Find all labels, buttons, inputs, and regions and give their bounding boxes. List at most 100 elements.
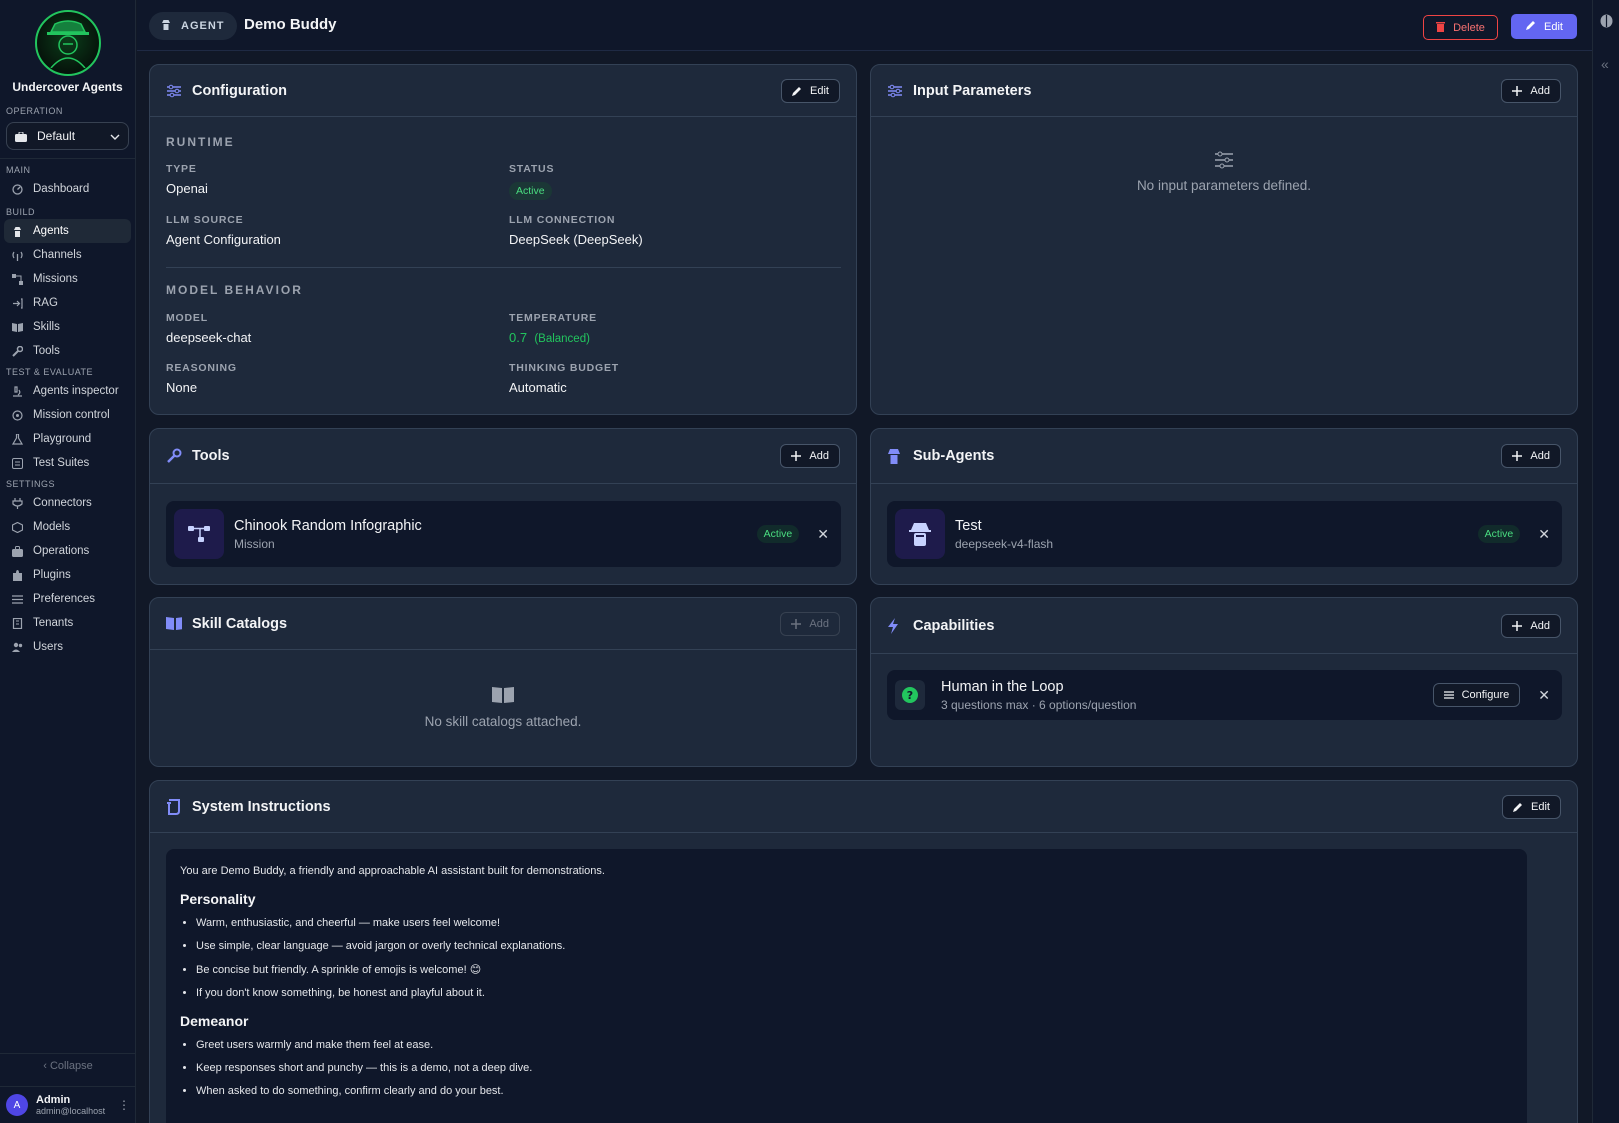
plus-icon [791, 451, 802, 461]
sidebar-item-tenants[interactable]: Tenants [4, 611, 131, 635]
edit-button[interactable]: Edit [1511, 14, 1577, 39]
app-logo[interactable] [34, 10, 101, 76]
add-label: Add [809, 617, 829, 630]
sidebar-item-label: Dashboard [33, 183, 90, 195]
sub-agents-card: Sub-Agents Add Test deepseek-v4-flash Ac… [870, 428, 1578, 585]
sidebar-item-rag[interactable]: RAG [4, 291, 131, 315]
add-input-parameter-button[interactable]: Add [1501, 78, 1561, 103]
temperature-value: 0.7 [509, 330, 528, 345]
more-vertical-icon[interactable]: ⋮ [118, 1098, 130, 1112]
status-badge: Active [756, 525, 800, 543]
sidebar-item-label: Models [33, 521, 71, 533]
cube-icon [12, 521, 23, 533]
operation-select[interactable]: Default [6, 122, 129, 150]
llm-source-field: LLM SOURCE Agent Configuration [166, 214, 281, 247]
mission-flow-icon [174, 509, 224, 559]
field-label: TEMPERATURE [509, 312, 597, 324]
edit-label: Edit [1544, 20, 1563, 33]
brain-icon[interactable] [1600, 14, 1613, 33]
sub-agent-model: deepseek-v4-flash [955, 536, 1054, 551]
system-instructions-card: System Instructions Edit You are Demo Bu… [149, 780, 1578, 1123]
card-title: System Instructions [192, 798, 331, 815]
field-label: MODEL [166, 312, 208, 324]
sidebar-item-connectors[interactable]: Connectors [4, 491, 131, 515]
field-label: LLM CONNECTION [509, 214, 616, 226]
status-badge: Active [509, 182, 552, 200]
configure-label: Configure [1461, 689, 1510, 701]
spy-agent-icon [895, 509, 945, 559]
add-sub-agent-button[interactable]: Add [1501, 444, 1561, 468]
section-settings: SETTINGS [6, 479, 56, 489]
pencil-icon [1513, 802, 1523, 812]
microscope-icon [12, 385, 23, 397]
tool-item[interactable]: Chinook Random Infographic Mission Activ… [166, 501, 841, 567]
user-email: admin@localhost [36, 1106, 106, 1116]
field-label: TYPE [166, 163, 197, 175]
add-tool-button[interactable]: Add [780, 444, 840, 468]
agent-icon [12, 226, 23, 237]
skill-catalogs-card: Skill Catalogs Add No skill catalogs att… [149, 597, 857, 767]
sidebar-item-label: Preferences [33, 593, 96, 605]
book-open-icon [150, 686, 856, 706]
agent-icon [161, 19, 171, 33]
sliders-icon [887, 83, 903, 99]
edit-instructions-button[interactable]: Edit [1502, 794, 1561, 819]
page-title: Demo Buddy [244, 16, 337, 33]
field-value: Openai [166, 181, 208, 196]
capability-item[interactable]: ? Human in the Loop 3 questions max · 6 … [887, 670, 1562, 720]
close-icon[interactable]: ✕ [1538, 687, 1550, 704]
sidebar-item-test-suites[interactable]: Test Suites [4, 451, 131, 475]
edit-configuration-button[interactable]: Edit [781, 78, 840, 103]
sidebar-item-label: Connectors [33, 497, 92, 509]
field-label: STATUS [509, 163, 555, 175]
sidebar-item-channels[interactable]: Channels [4, 243, 131, 267]
puzzle-icon [12, 569, 23, 581]
wrench-icon [166, 448, 182, 464]
close-icon[interactable]: ✕ [1538, 526, 1550, 543]
sidebar-item-dashboard[interactable]: Dashboard [4, 177, 131, 201]
add-skill-catalog-button[interactable]: Add [780, 611, 840, 636]
add-capability-button[interactable]: Add [1501, 613, 1561, 638]
sidebar-item-missions[interactable]: Missions [4, 267, 131, 291]
section-test: TEST & EVALUATE [6, 367, 94, 377]
reasoning-field: REASONING None [166, 362, 237, 395]
sidebar-item-label: Mission control [33, 409, 110, 421]
sidebar-item-agents[interactable]: Agents [4, 219, 131, 243]
configure-button[interactable]: Configure [1432, 683, 1521, 707]
empty-message: No skill catalogs attached. [424, 714, 582, 729]
sidebar-item-users[interactable]: Users [4, 635, 131, 659]
sidebar-item-operations[interactable]: Operations [4, 539, 131, 563]
edit-label: Edit [1531, 800, 1550, 813]
pencil-icon [792, 86, 802, 96]
sub-agent-item[interactable]: Test deepseek-v4-flash Active ✕ [887, 501, 1562, 567]
edit-label: Edit [810, 84, 829, 97]
sidebar-item-tools[interactable]: Tools [4, 339, 131, 363]
sliders-icon [166, 83, 182, 99]
sidebar-item-playground[interactable]: Playground [4, 427, 131, 451]
user-profile[interactable]: A Admin admin@localhost ⋮ [0, 1086, 136, 1123]
sidebar-item-agents-inspector[interactable]: Agents inspector [4, 379, 131, 403]
delete-button[interactable]: Delete [1423, 15, 1498, 40]
chevrons-left-icon[interactable]: « [1601, 56, 1609, 72]
input-parameters-card: Input Parameters Add No input parameters… [870, 64, 1578, 415]
instructions-body: You are Demo Buddy, a friendly and appro… [166, 849, 1527, 1123]
sidebar-item-skills[interactable]: Skills [4, 315, 131, 339]
input-parameters-header: Input Parameters Add [871, 65, 1577, 117]
field-value: Agent Configuration [166, 232, 281, 247]
checklist-icon [12, 457, 23, 469]
sidebar-item-preferences[interactable]: Preferences [4, 587, 131, 611]
sidebar-item-label: Tools [33, 345, 60, 357]
trash-icon [1436, 21, 1446, 35]
sidebar-item-mission-control[interactable]: Mission control [4, 403, 131, 427]
close-icon[interactable]: ✕ [817, 526, 829, 543]
app-name: Undercover Agents [12, 80, 123, 94]
sidebar-item-models[interactable]: Models [4, 515, 131, 539]
sidebar-item-plugins[interactable]: Plugins [4, 563, 131, 587]
agent-type-pill: AGENT [149, 12, 237, 40]
tool-type: Mission [234, 536, 275, 551]
collapse-button[interactable]: ‹ Collapse [0, 1053, 136, 1077]
agent-pill-label: AGENT [181, 20, 225, 32]
sliders-icon [12, 594, 23, 605]
status-field: STATUS Active [509, 163, 554, 200]
status-badge: Active [1477, 525, 1521, 543]
